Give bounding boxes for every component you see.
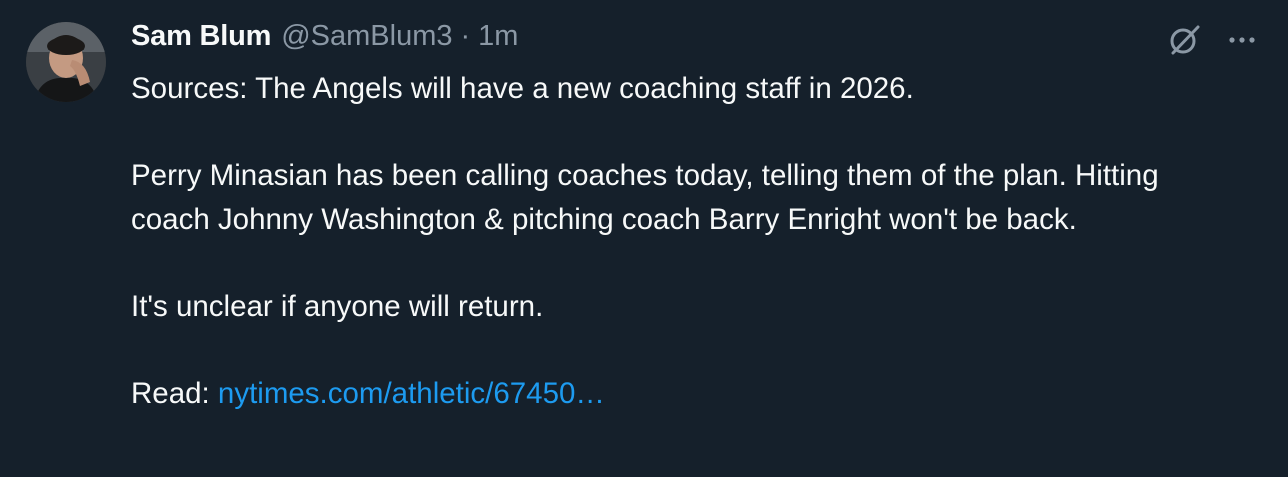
tweet-content: Sam Blum @SamBlum3 · 1m Sources: The Ang… (131, 20, 1241, 415)
header-separator: · (460, 20, 471, 52)
grok-icon (1170, 25, 1200, 55)
grok-button[interactable] (1164, 20, 1204, 60)
article-link[interactable]: nytimes.com/athletic/67450… (218, 377, 605, 410)
tweet-text: Sources: The Angels will have a new coac… (131, 67, 1241, 415)
tweet-read-line: Read: nytimes.com/athletic/67450… (131, 372, 1241, 416)
tweet-line-3: It's unclear if anyone will return. (131, 289, 544, 323)
tweet-timestamp[interactable]: 1m (478, 20, 518, 53)
tweet-header: Sam Blum @SamBlum3 · 1m (131, 20, 1241, 58)
tweet-line-1: Sources: The Angels will have a new coac… (131, 72, 914, 105)
more-icon (1229, 37, 1255, 43)
tweet-line-2: Perry Minasian has been calling coaches … (131, 159, 1159, 236)
avatar[interactable] (26, 22, 106, 102)
avatar-image (26, 22, 106, 102)
author-handle[interactable]: @SamBlum3 (281, 20, 452, 53)
read-label: Read: (131, 376, 218, 410)
author-name[interactable]: Sam Blum (131, 20, 271, 53)
more-options-button[interactable] (1222, 20, 1262, 60)
tweet: Sam Blum @SamBlum3 · 1m Sources: The Ang… (0, 0, 1288, 477)
